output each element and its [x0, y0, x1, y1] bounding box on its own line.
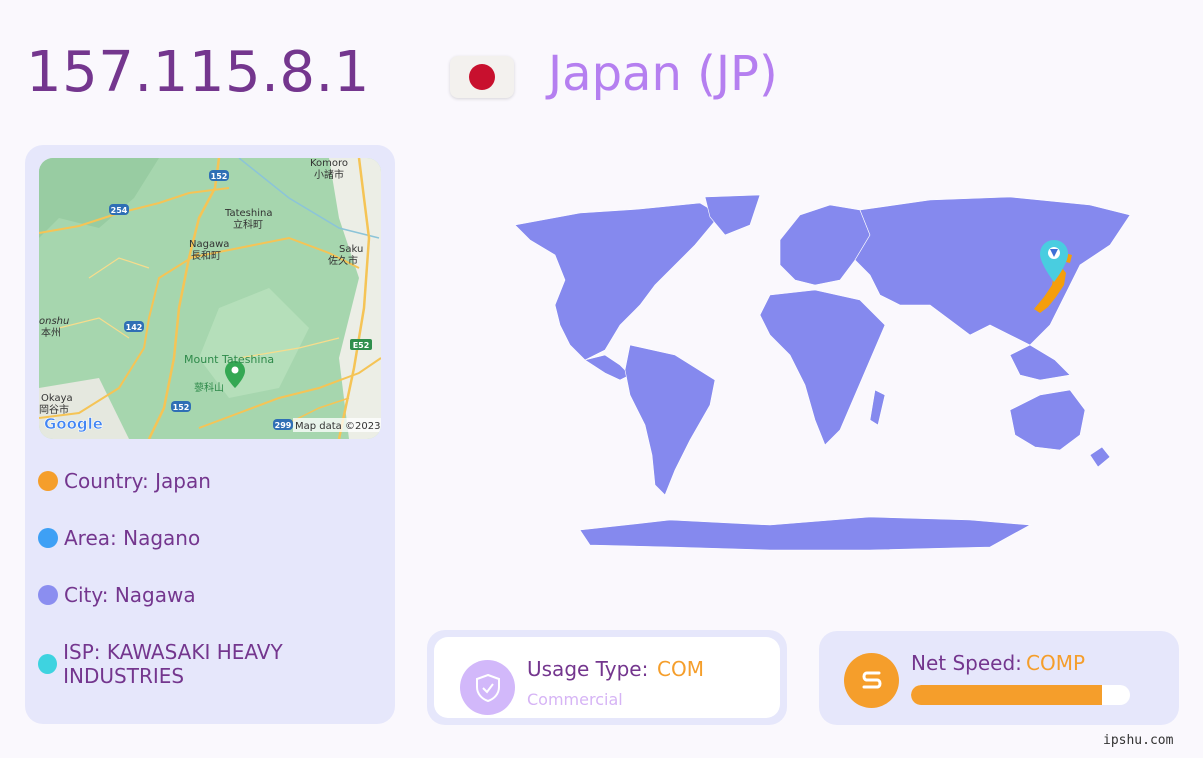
isp-bullet-icon — [38, 654, 58, 674]
map-label-nagawa-jp: 長和町 — [191, 250, 221, 262]
usage-type-card: Usage Type: COM Commercial — [427, 630, 787, 725]
map-label-komoro-en: Komoro — [310, 158, 348, 169]
map-label-saku-jp: 佐久市 — [328, 254, 358, 267]
road-marker: 152 — [211, 172, 228, 181]
info-area-label: Area: Nagano — [64, 526, 201, 550]
info-area: Area: Nagano — [38, 526, 200, 550]
net-speed-label: Net Speed: — [911, 651, 1022, 675]
usage-type-value: COM — [657, 657, 704, 681]
location-card: Komoro 小諸市 Tateshina 立科町 Nagawa 長和町 Saku… — [25, 145, 395, 724]
info-city: City: Nagawa — [38, 583, 196, 607]
map-label-komoro-jp: 小諸市 — [314, 168, 344, 181]
map-label-saku-en: Saku — [339, 244, 363, 255]
usage-type-description: Commercial — [527, 690, 623, 709]
city-bullet-icon — [38, 585, 58, 605]
site-watermark: ipshu.com — [1103, 733, 1174, 748]
map-label-tateshina-jp: 立科町 — [233, 218, 263, 231]
road-marker: 152 — [173, 403, 190, 412]
map-label-nagawa-en: Nagawa — [189, 239, 229, 250]
road-marker: 254 — [111, 206, 128, 215]
road-marker: 142 — [126, 323, 143, 332]
ip-address: 157.115.8.1 — [26, 40, 370, 105]
info-country: Country: Japan — [38, 469, 211, 493]
google-logo: Google — [44, 415, 103, 433]
world-map — [470, 185, 1170, 560]
speed-route-icon — [844, 653, 899, 708]
info-isp-label: ISP: KAWASAKI HEAVY INDUSTRIES — [63, 640, 283, 688]
map-label-mount-tateshina: Mount Tateshina — [184, 353, 274, 366]
map-label-honshu-jp: 本州 — [41, 326, 61, 339]
net-speed-value: COMP — [1026, 651, 1086, 675]
shield-check-icon — [460, 660, 515, 715]
map-label-okaya-en: Okaya — [41, 393, 73, 404]
map-attribution: Map data ©2023 — [295, 421, 380, 432]
map-label-tateshina-en: Tateshina — [224, 208, 272, 219]
net-speed-bar-fill — [911, 685, 1102, 705]
net-speed-card: Net Speed: COMP — [819, 631, 1179, 725]
info-country-label: Country: Japan — [64, 469, 211, 493]
country-bullet-icon — [38, 471, 58, 491]
country-title: Japan (JP) — [548, 46, 778, 102]
japan-flag-icon — [450, 56, 514, 98]
net-speed-bar — [911, 685, 1130, 705]
area-bullet-icon — [38, 528, 58, 548]
location-map[interactable]: Komoro 小諸市 Tateshina 立科町 Nagawa 長和町 Saku… — [39, 158, 381, 439]
road-marker: 299 — [275, 421, 292, 430]
usage-type-label: Usage Type: — [527, 657, 649, 681]
info-isp: ISP: KAWASAKI HEAVY INDUSTRIES — [38, 640, 395, 688]
map-label-honshu-en: onshu — [39, 316, 69, 327]
usage-type-panel: Usage Type: COM Commercial — [434, 637, 780, 718]
road-marker: E52 — [353, 341, 370, 350]
map-label-mount-tateshina-jp: 蓼科山 — [194, 381, 224, 394]
info-city-label: City: Nagawa — [64, 583, 196, 607]
